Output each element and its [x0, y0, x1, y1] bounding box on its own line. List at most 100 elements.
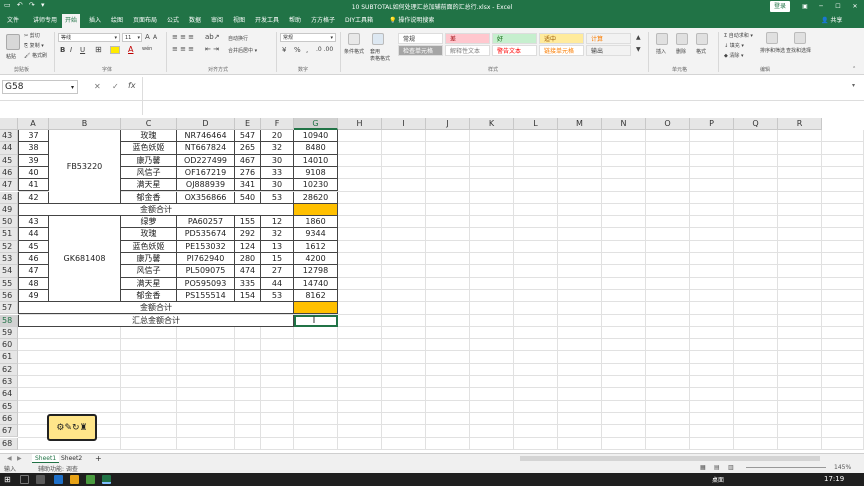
data-cell-g[interactable]: 10940: [294, 130, 338, 143]
cut-button[interactable]: ✂ 剪切: [24, 32, 40, 39]
desktop-label[interactable]: 桌面: [712, 475, 724, 484]
row-header-55[interactable]: 55: [0, 277, 18, 290]
cell-style-option[interactable]: 输出: [586, 45, 631, 56]
share-button[interactable]: 👤 共享: [818, 14, 845, 28]
row-header-64[interactable]: 64: [0, 388, 18, 401]
row-header-62[interactable]: 62: [0, 363, 18, 376]
data-cell-e[interactable]: 540: [235, 191, 261, 204]
table-format-icon[interactable]: [372, 33, 384, 45]
tab-insert[interactable]: 插入: [86, 14, 104, 28]
ribbon-display-icon[interactable]: ▣: [800, 1, 810, 12]
expand-formula-icon[interactable]: ▾: [852, 82, 855, 89]
tab-view[interactable]: 视图: [230, 14, 248, 28]
floating-tool-widget[interactable]: ⚙✎↻♜: [47, 414, 97, 441]
data-cell-e[interactable]: 341: [235, 179, 261, 192]
app-explorer-icon[interactable]: [70, 475, 79, 484]
app-excel-icon[interactable]: [102, 475, 111, 484]
data-cell-e[interactable]: 474: [235, 265, 261, 278]
tab-help[interactable]: 帮助: [286, 14, 304, 28]
data-cell-a[interactable]: 39: [18, 154, 49, 167]
view-pagebreak-icon[interactable]: ▥: [728, 464, 734, 471]
data-cell-e[interactable]: 467: [235, 154, 261, 167]
column-header-p[interactable]: P: [690, 118, 734, 130]
restore-button[interactable]: ☐: [832, 1, 844, 12]
data-cell-d[interactable]: PE153032: [177, 240, 235, 253]
data-cell-a[interactable]: 44: [18, 228, 49, 241]
column-header-e[interactable]: E: [235, 118, 261, 130]
data-cell-c[interactable]: 满天星: [121, 179, 177, 192]
copy-button[interactable]: ⎘ 复制 ▾: [24, 42, 44, 49]
data-cell-d[interactable]: PD535674: [177, 228, 235, 241]
row-header-63[interactable]: 63: [0, 376, 18, 389]
tell-me-search[interactable]: 💡 操作说明搜索: [386, 14, 437, 28]
insert-function-button[interactable]: fx: [128, 81, 136, 90]
data-cell-d[interactable]: NR746464: [177, 130, 235, 143]
decimal-icon[interactable]: .0 .00: [316, 46, 333, 53]
horizontal-scrollbar[interactable]: [520, 456, 820, 461]
data-cell-d[interactable]: OD227499: [177, 154, 235, 167]
formula-input[interactable]: [142, 77, 862, 115]
tab-diy-toolbox[interactable]: DIY工具箱: [342, 14, 376, 28]
app-edge-icon[interactable]: [54, 475, 63, 484]
row-header-59[interactable]: 59: [0, 326, 18, 340]
data-cell-d[interactable]: PI762940: [177, 253, 235, 266]
data-cell-f[interactable]: 20: [261, 130, 294, 143]
data-cell-f[interactable]: 12: [261, 216, 294, 229]
number-format-select[interactable]: 常规 ▾: [280, 33, 336, 42]
row-header-61[interactable]: 61: [0, 351, 18, 364]
column-header-o[interactable]: O: [646, 118, 690, 130]
data-cell-a[interactable]: 47: [18, 265, 49, 278]
data-cell-c[interactable]: 蓝色妖姬: [121, 142, 177, 155]
cell-style-option[interactable]: 警告文本: [492, 45, 537, 56]
data-cell-g[interactable]: 1860: [294, 216, 338, 229]
minimize-button[interactable]: ─: [815, 1, 827, 12]
subtotal-label[interactable]: 金额合计: [18, 302, 294, 315]
data-cell-e[interactable]: 154: [235, 289, 261, 303]
column-header-h[interactable]: H: [338, 118, 382, 130]
data-cell-f[interactable]: 32: [261, 142, 294, 155]
data-cell-f[interactable]: 33: [261, 166, 294, 180]
add-sheet-button[interactable]: +: [92, 454, 105, 463]
column-header-m[interactable]: M: [558, 118, 602, 130]
data-cell-c[interactable]: 玫瑰: [121, 130, 177, 143]
column-header-k[interactable]: K: [470, 118, 514, 130]
data-cell-e[interactable]: 124: [235, 240, 261, 253]
cancel-entry-button[interactable]: ✕: [94, 82, 101, 91]
data-cell-a[interactable]: 37: [18, 130, 49, 143]
data-cell-f[interactable]: 53: [261, 191, 294, 204]
data-cell-e[interactable]: 547: [235, 130, 261, 143]
insert-cells-button[interactable]: 插入: [656, 48, 666, 55]
row-header-51[interactable]: 51: [0, 228, 18, 241]
sort-filter-icon[interactable]: [766, 32, 778, 44]
data-cell-d[interactable]: PL509075: [177, 265, 235, 278]
font-name-select[interactable]: 等线 ▾: [58, 33, 120, 42]
tab-formulas[interactable]: 公式: [164, 14, 182, 28]
cell-style-option[interactable]: 差: [445, 33, 490, 44]
column-header-b[interactable]: B: [49, 118, 121, 130]
row-header-50[interactable]: 50: [0, 216, 18, 229]
row-header-57[interactable]: 57: [0, 302, 18, 315]
column-header-j[interactable]: J: [426, 118, 470, 130]
data-cell-g[interactable]: 10230: [294, 179, 338, 192]
data-cell-g[interactable]: 1612: [294, 240, 338, 253]
search-icon[interactable]: [20, 475, 29, 484]
data-cell-c[interactable]: 风信子: [121, 166, 177, 180]
row-header-46[interactable]: 46: [0, 166, 18, 180]
data-cell-e[interactable]: 155: [235, 216, 261, 229]
select-all-corner[interactable]: [0, 118, 18, 130]
data-cell-a[interactable]: 45: [18, 240, 49, 253]
data-cell-a[interactable]: 42: [18, 191, 49, 204]
format-painter-button[interactable]: 🖌 格式刷: [24, 52, 47, 59]
row-header-45[interactable]: 45: [0, 154, 18, 167]
data-cell-d[interactable]: OX356866: [177, 191, 235, 204]
grand-total-label[interactable]: 汇总金额合计: [18, 314, 294, 327]
shrink-font-button[interactable]: A: [153, 34, 157, 41]
column-header-l[interactable]: L: [514, 118, 558, 130]
enter-button[interactable]: ✓: [112, 82, 119, 91]
data-cell-g[interactable]: 8162: [294, 289, 338, 303]
subtotal-amount-cell[interactable]: [294, 302, 338, 315]
data-cell-f[interactable]: 44: [261, 277, 294, 290]
data-cell-c[interactable]: 风信子: [121, 265, 177, 278]
sort-filter-button[interactable]: 排序和筛选: [760, 47, 785, 54]
sheet-tab-sheet1[interactable]: Sheet1: [32, 454, 60, 463]
